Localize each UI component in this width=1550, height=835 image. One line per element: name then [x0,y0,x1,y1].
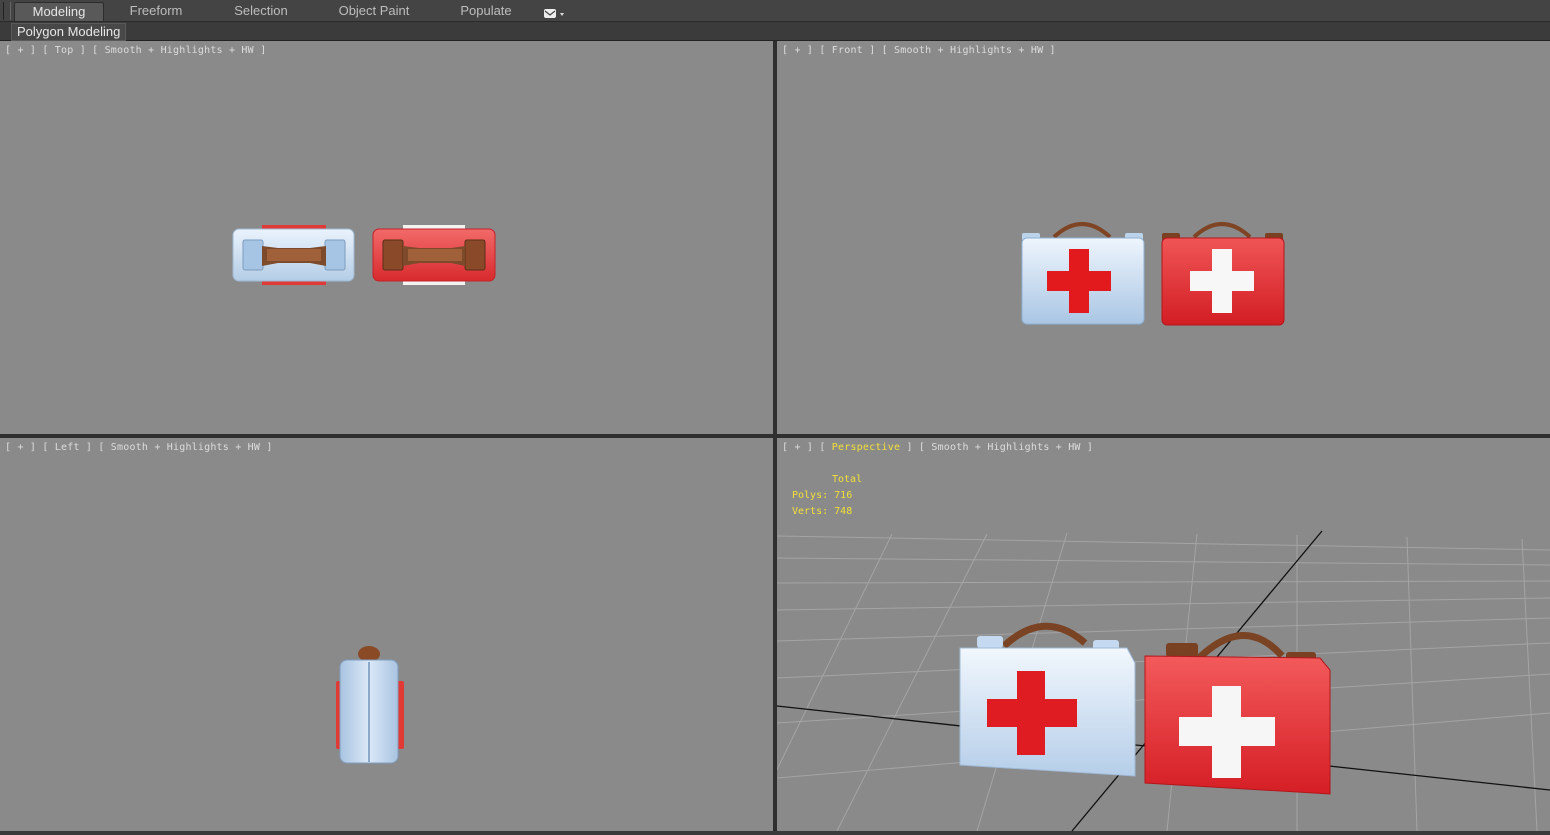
blue-kit-front[interactable] [1021,222,1145,325]
front-view-scene [1021,222,1285,326]
ribbon-panel: Polygon Modeling [0,22,1550,41]
viewport-shading-mode[interactable]: Smooth + Highlights + HW [931,442,1080,453]
red-kit-top[interactable] [372,225,496,285]
viewport-perspective[interactable]: [ + ] [ Perspective ] [ Smooth + Highlig… [777,438,1550,831]
mail-dropdown-icon[interactable] [543,5,567,18]
tab-populate[interactable]: Populate [450,2,522,20]
viewport-point-of-view[interactable]: Perspective [832,442,900,453]
tab-freeform[interactable]: Freeform [116,2,196,20]
perspective-grid [777,530,1550,831]
tab-modeling[interactable]: Modeling [14,2,104,21]
kit-side-view[interactable] [336,646,404,764]
stats-header: Total [832,474,863,485]
tab-selection[interactable]: Selection [220,2,302,20]
viewport-menu-plus[interactable]: + [794,442,800,453]
blue-kit-perspective[interactable] [959,622,1136,777]
ribbon-tab-bar: Modeling Freeform Selection Object Paint… [0,0,1550,22]
top-view-scene [232,225,496,285]
left-view-scene [336,646,404,764]
viewport-top[interactable]: [ + ] [ Top ] [ Smooth + Highlights + HW… [0,41,773,434]
viewport-front[interactable]: [ + ] [ Front ] [ Smooth + Highlights + … [777,41,1550,434]
tab-object-paint[interactable]: Object Paint [330,2,418,20]
viewport-left[interactable]: [ + ] [ Left ] [ Smooth + Highlights + H… [0,438,773,831]
stats-verts: Verts: 748 [792,506,853,517]
viewport-layout: [ + ] [ Top ] [ Smooth + Highlights + HW… [0,41,1550,835]
blue-kit-top[interactable] [232,225,355,285]
red-kit-front[interactable] [1161,222,1285,326]
status-strip [0,831,1550,835]
stats-polys: Polys: 716 [792,490,853,501]
ribbon-grip[interactable] [3,2,11,20]
scene-statistics: Total Polys: 716 Verts: 748 [792,472,862,520]
red-kit-perspective[interactable] [1144,632,1331,795]
viewport-label-perspective[interactable]: [ + ] [ Perspective ] [ Smooth + Highlig… [782,442,1093,453]
polygon-modeling-panel-label[interactable]: Polygon Modeling [11,23,127,41]
